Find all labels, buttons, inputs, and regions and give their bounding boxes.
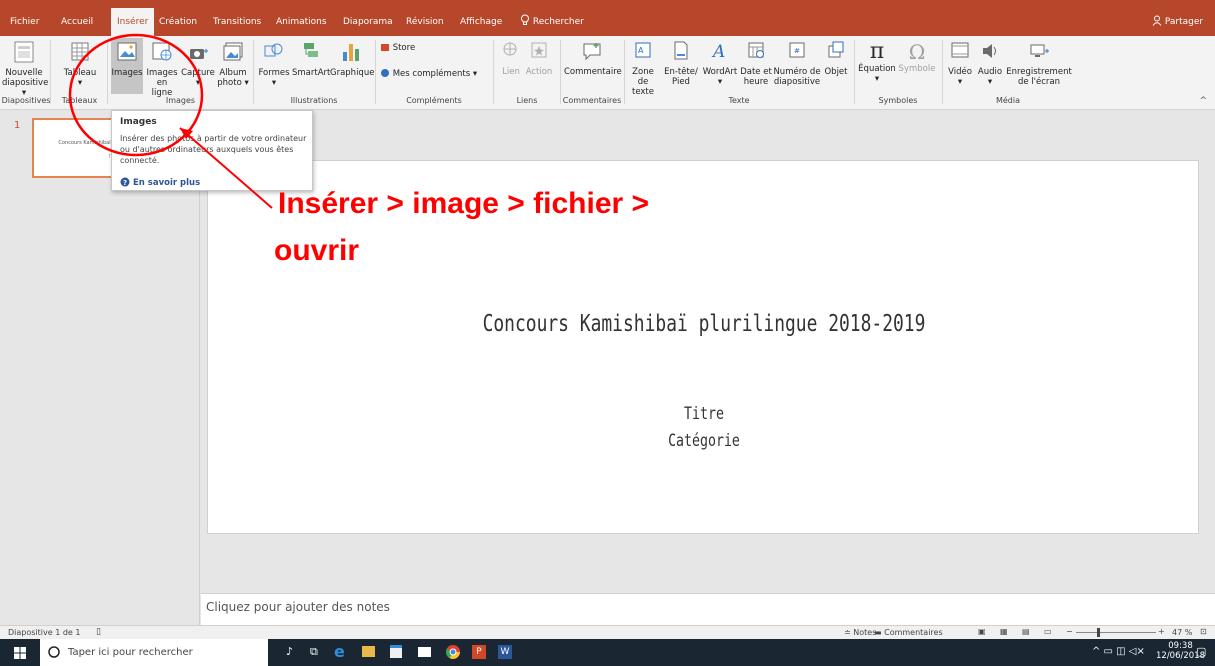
chrome-icon[interactable] [446, 645, 460, 659]
notes-toggle-label: Notes [853, 628, 877, 637]
annotation-overlay [68, 33, 273, 209]
zoom-level[interactable]: 47 % [1172, 628, 1192, 637]
cortana-icon [48, 646, 60, 658]
taskbar-search-placeholder: Taper ici pour rechercher [68, 647, 193, 658]
taskbar-search-box[interactable]: Taper ici pour rechercher [40, 639, 268, 666]
zoom-out-button[interactable]: − [1066, 627, 1073, 636]
zoom-in-button[interactable]: + [1158, 627, 1165, 636]
fit-slide-icon[interactable]: ⊡ [1200, 627, 1207, 636]
task-view-icon[interactable]: ⧉ [310, 645, 318, 659]
annotation-line-1: Insérer > image > fichier > [278, 187, 650, 220]
normal-view-icon[interactable]: ▣ [978, 627, 986, 636]
mail-icon[interactable] [418, 647, 431, 657]
comments-toggle[interactable]: ▬ Commentaires [874, 628, 943, 637]
comments-toggle-label: Commentaires [884, 628, 943, 637]
windows-start-icon[interactable] [14, 647, 26, 659]
annotation-arrow [179, 127, 273, 209]
status-bar: Diapositive 1 de 1 ▯ ≐ Notes ▬ Commentai… [0, 625, 1215, 639]
powerpoint-taskbar-icon[interactable]: P [472, 645, 486, 659]
action-center-icon[interactable]: ▢ [1196, 645, 1206, 658]
windows-taskbar: Taper ici pour rechercher ♪ ⧉ e P W ^ ▭ … [0, 639, 1215, 666]
notes-pane[interactable]: Cliquez pour ajouter des notes [201, 593, 1215, 625]
zoom-slider[interactable] [1076, 632, 1156, 633]
notes-placeholder: Cliquez pour ajouter des notes [206, 600, 390, 614]
edge-icon[interactable]: e [334, 642, 345, 661]
microphone-icon[interactable]: ♪ [286, 645, 293, 658]
annotation-line-2: ouvrir [274, 234, 360, 267]
file-explorer-icon[interactable] [362, 646, 375, 657]
store-taskbar-icon[interactable] [390, 645, 402, 658]
annotation-circle [68, 33, 204, 157]
slideshow-view-icon[interactable]: ▭ [1044, 627, 1052, 636]
reading-view-icon[interactable]: ▤ [1022, 627, 1030, 636]
system-tray-icons[interactable]: ^ ▭ ◫ ◁× [1092, 646, 1145, 657]
slide-count: Diapositive 1 de 1 [8, 628, 81, 637]
word-taskbar-icon[interactable]: W [498, 645, 512, 659]
zoom-slider-thumb[interactable] [1097, 628, 1100, 637]
sorter-view-icon[interactable]: ▦ [1000, 627, 1008, 636]
accessibility-icon[interactable]: ▯ [96, 627, 101, 637]
notes-toggle[interactable]: ≐ Notes [844, 628, 876, 637]
